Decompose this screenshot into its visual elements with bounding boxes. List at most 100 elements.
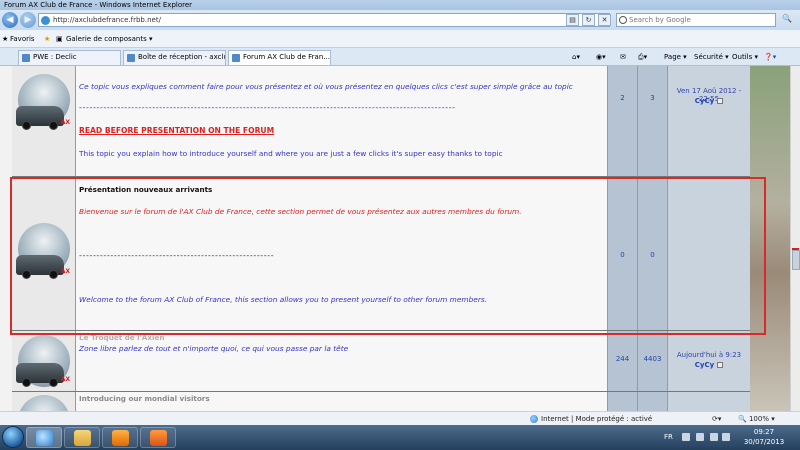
search-go-icon[interactable]: 🔍 xyxy=(780,14,794,26)
tab-forum-ax[interactable]: Forum AX Club de Fran... xyxy=(228,50,331,65)
forward-button[interactable]: ▶ xyxy=(20,12,36,28)
forum-link-mondial-visitors[interactable]: Introducing our mondial visitors xyxy=(79,394,210,403)
description-line: Zone libre parlez de tout et n'importe q… xyxy=(79,344,349,353)
security-zone[interactable]: Internet | Mode protégé : activé xyxy=(530,415,652,423)
page-content: AX Ce topic vous expliques comment faire… xyxy=(0,66,790,411)
forum-description: Ce topic vous expliques comment faire po… xyxy=(76,66,608,176)
favorites-button[interactable]: Favoris xyxy=(10,34,35,44)
topics-count-cell: 2 xyxy=(608,66,638,176)
forum-description: Le Troquet de l'Axien Zone libre parlez … xyxy=(76,331,608,391)
refresh-icon[interactable]: ↻ xyxy=(582,14,595,26)
posts-count-cell xyxy=(638,392,668,411)
tray-flag-icon[interactable] xyxy=(696,433,704,441)
globe-icon xyxy=(530,415,538,423)
car-icon: AX xyxy=(16,363,70,387)
feeds-icon[interactable]: ◉▾ xyxy=(596,52,606,62)
search-input[interactable]: Search by Google xyxy=(616,13,776,27)
posts-count: 4403 xyxy=(643,355,662,363)
window-titlebar: Forum AX Club de France - Windows Intern… xyxy=(0,0,800,10)
forum-icon-cell xyxy=(12,392,76,411)
description-line: Ce topic vous expliques comment faire po… xyxy=(79,82,573,91)
topics-count-cell xyxy=(608,392,638,411)
tab-inbox[interactable]: Boîte de réception - axclub... xyxy=(123,50,226,65)
posts-count-cell: 4403 xyxy=(638,331,668,391)
media-player-icon xyxy=(112,430,129,446)
network-icon[interactable] xyxy=(710,433,718,441)
internet-explorer-icon xyxy=(36,430,53,446)
forum-icon-cell: AX xyxy=(12,66,76,176)
separator-line: ----------------------------------------… xyxy=(79,103,456,112)
back-button[interactable]: ◀ xyxy=(2,12,18,28)
forum-description: Introducing our mondial visitors xyxy=(76,392,608,411)
url-input[interactable]: http://axclubdefrance.frbb.net/ xyxy=(38,13,610,27)
outlook-icon xyxy=(150,430,167,446)
tab-label: Forum AX Club de Fran... xyxy=(243,53,330,61)
last-post-user[interactable]: CyCy xyxy=(695,97,714,105)
vertical-scrollbar[interactable] xyxy=(790,66,800,411)
tools-menu[interactable]: Outils ▾ xyxy=(732,52,758,62)
page-menu[interactable]: Page ▾ xyxy=(664,52,687,62)
compat-view-icon[interactable]: ▤ xyxy=(566,14,579,26)
volume-icon[interactable] xyxy=(722,433,730,441)
ax-badge-icon: AX xyxy=(60,119,70,126)
tab-favicon-icon xyxy=(22,54,30,62)
tab-label: PWE : Declic xyxy=(33,53,77,61)
topics-count: 2 xyxy=(620,94,625,102)
favorites-star-icon[interactable]: ★ xyxy=(2,34,8,44)
last-post-cell: Aujourd'hui à 9:23 CyCy xyxy=(668,331,750,391)
site-icon xyxy=(41,16,50,25)
taskbar-ie-button[interactable] xyxy=(26,427,62,448)
search-icon xyxy=(619,16,627,24)
forum-row: AX Ce topic vous expliques comment faire… xyxy=(12,66,750,177)
forum-logo-icon xyxy=(18,395,70,411)
clock-time[interactable]: 09:27 xyxy=(744,428,784,436)
tab-label: Boîte de réception - axclub... xyxy=(138,53,225,61)
posts-count: 3 xyxy=(650,94,655,102)
forum-row: Introducing our mondial visitors xyxy=(12,392,750,411)
protected-mode-icon[interactable]: ⟳▾ xyxy=(712,415,721,423)
taskbar-explorer-button[interactable] xyxy=(64,427,100,448)
last-post-date: Aujourd'hui à 9:23 xyxy=(676,351,742,359)
favorites-bar: ★ Favoris ★ ▣ Galerie de composants ▾ xyxy=(0,30,800,48)
print-icon[interactable]: ⎙▾ xyxy=(638,52,647,62)
description-line: This topic you explain how to introduce … xyxy=(79,149,503,158)
tab-favicon-icon xyxy=(127,54,135,62)
zoom-control[interactable]: 🔍 100% ▾ xyxy=(738,415,775,423)
search-placeholder: Search by Google xyxy=(629,16,691,24)
language-indicator[interactable]: FR xyxy=(664,433,673,441)
forum-link-read-before[interactable]: READ BEFORE PRESENTATION ON THE FORUM xyxy=(79,126,274,135)
forum-icon-cell: AX xyxy=(12,331,76,391)
topics-count-cell: 244 xyxy=(608,331,638,391)
forum-row: AX Le Troquet de l'Axien Zone libre parl… xyxy=(12,331,750,392)
goto-last-post-icon[interactable] xyxy=(717,362,724,368)
goto-last-post-icon[interactable] xyxy=(717,98,724,104)
help-icon[interactable]: ❓▾ xyxy=(764,52,776,62)
last-post-cell xyxy=(668,392,750,411)
mail-icon[interactable]: ✉ xyxy=(620,52,626,62)
tray-arrow-icon[interactable] xyxy=(682,433,690,441)
posts-count-cell: 3 xyxy=(638,66,668,176)
clock-date[interactable]: 30/07/2013 xyxy=(740,438,788,446)
last-post-user[interactable]: CyCy xyxy=(695,361,714,369)
topics-count: 244 xyxy=(615,355,630,363)
status-bar: Internet | Mode protégé : activé ⟳▾ 🔍 10… xyxy=(0,411,800,425)
tab-pwe-declic[interactable]: PWE : Declic xyxy=(18,50,121,65)
taskbar-outlook-button[interactable] xyxy=(140,427,176,448)
ax-badge-icon: AX xyxy=(60,376,70,383)
start-button[interactable] xyxy=(2,426,24,448)
zoom-level: 100% xyxy=(748,415,769,423)
highlight-box xyxy=(10,177,766,335)
window-title: Forum AX Club de France - Windows Intern… xyxy=(4,1,193,9)
folder-icon xyxy=(74,430,91,446)
taskbar-media-button[interactable] xyxy=(102,427,138,448)
scroll-thumb[interactable] xyxy=(792,250,800,270)
taskbar: FR 09:27 30/07/2013 xyxy=(0,425,800,450)
stop-icon[interactable]: ✕ xyxy=(598,14,611,26)
car-icon: AX xyxy=(16,106,70,130)
security-menu[interactable]: Sécurité ▾ xyxy=(694,52,729,62)
home-icon[interactable]: ⌂▾ xyxy=(572,52,580,62)
last-post-cell: Ven 17 Aoû 2012 - 22:55 CyCy xyxy=(668,66,750,176)
add-favorite-icon[interactable]: ★ xyxy=(44,34,50,44)
favorites-item-gallery[interactable]: Galerie de composants ▾ xyxy=(66,34,152,44)
tab-favicon-icon xyxy=(232,54,240,62)
